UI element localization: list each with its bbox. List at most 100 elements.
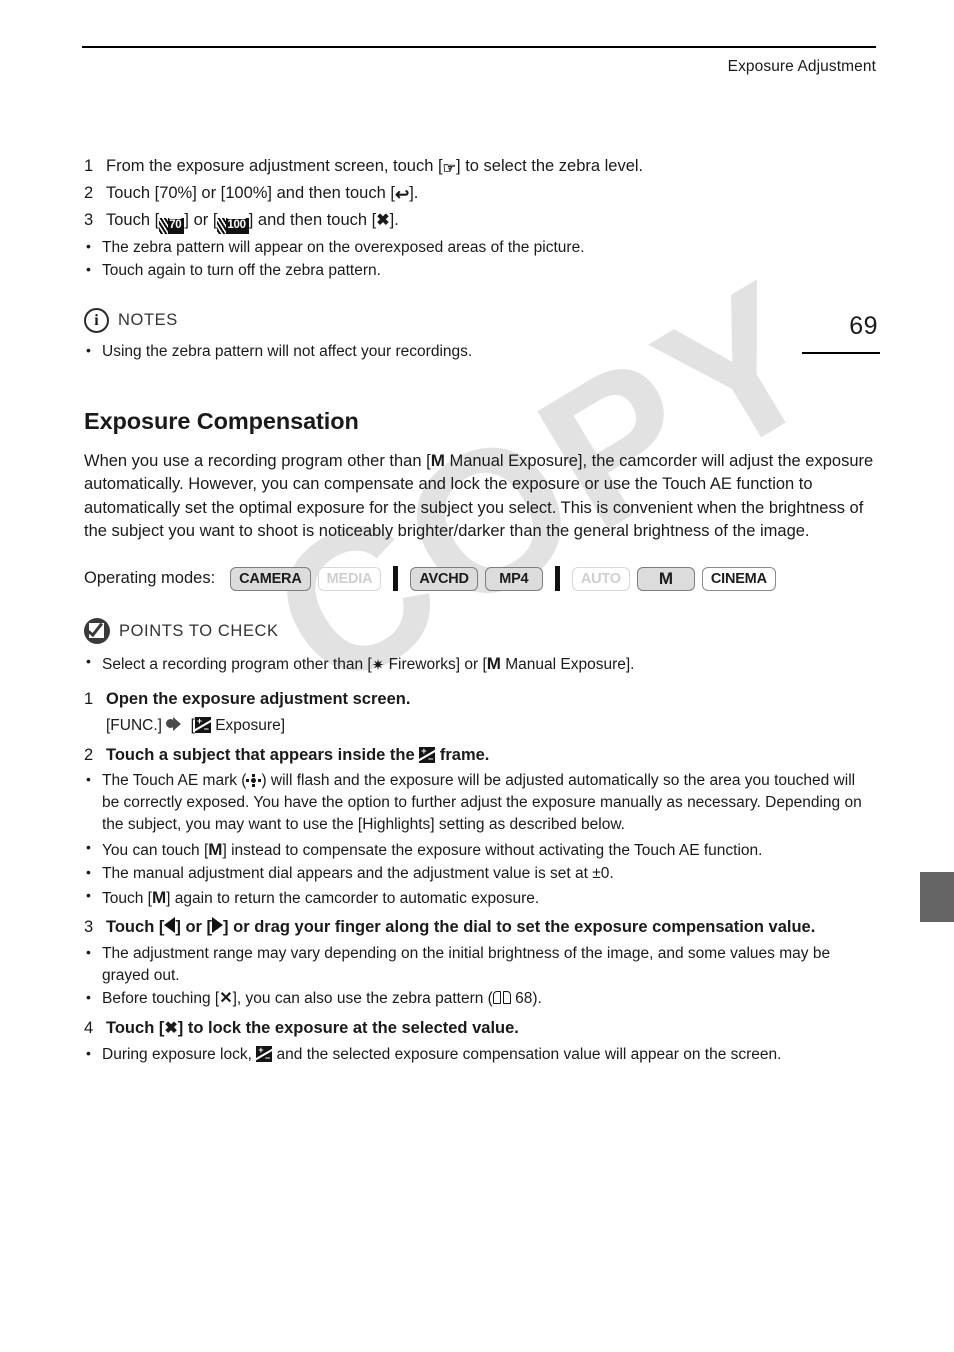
procedure-block: 1 Open the exposure adjustment screen. […: [84, 688, 876, 1067]
list-item: The Touch AE mark () will flash and the …: [84, 769, 876, 836]
list-item: The manual adjustment dial appears and t…: [84, 862, 876, 885]
chevron-right-icon: [166, 715, 186, 733]
zebra-step-3-bullets: The zebra pattern will appear on the ove…: [84, 236, 874, 282]
zebra-level-icon: ☞: [442, 160, 457, 177]
step-text-pre: Touch [: [106, 210, 160, 229]
points-to-check-block: POINTS TO CHECK Select a recording progr…: [84, 618, 876, 677]
step-text-a: Touch a subject that appears inside the: [106, 745, 420, 764]
zebra-step-3: 3 Touch [70] or [100] and then touch [✖]…: [84, 209, 874, 234]
bullet-text-a: You can touch [: [102, 841, 209, 859]
operating-modes-row: Operating modes: CAMERA MEDIA AVCHD MP4 …: [84, 566, 776, 591]
step-text-tail: ].: [389, 210, 399, 229]
list-item: Before touching [✕], you can also use th…: [84, 987, 876, 1011]
procedure-step-1: 1 Open the exposure adjustment screen.: [84, 688, 876, 711]
intro-text-a: When you use a recording program other t…: [84, 452, 431, 470]
path-label: Exposure]: [210, 717, 286, 735]
step-text-a: Touch [: [106, 918, 165, 937]
step-text: Touch [70] or [100] and then touch [✖].: [106, 209, 874, 234]
step-number: 1: [84, 157, 94, 175]
zebra-step-2: 2 Touch [70%] or [100%] and then touch […: [84, 182, 874, 205]
manual-mode-glyph: M: [151, 888, 167, 908]
close-icon: ✖: [376, 211, 390, 229]
bullet-text-a: During exposure lock,: [102, 1045, 257, 1063]
procedure-step-2-bullets: The Touch AE mark () will flash and the …: [84, 769, 876, 910]
bullet-text-a: Touch [: [102, 890, 152, 908]
section-intro: When you use a recording program other t…: [84, 449, 876, 544]
info-icon: i: [84, 308, 109, 333]
notes-label: NOTES: [118, 311, 178, 329]
notes-header: i NOTES: [84, 308, 874, 333]
procedure-step-2: 2 Touch a subject that appears inside th…: [84, 744, 876, 767]
mode-group-divider: [393, 566, 399, 591]
step-number: 4: [84, 1018, 94, 1037]
step-text-mid: ] or [: [184, 210, 218, 229]
step-text-a: Touch [: [106, 1018, 165, 1037]
mode-badge-auto: AUTO: [571, 566, 630, 591]
mode-badge-manual: M: [636, 566, 695, 591]
bullet-text-a: The Touch AE mark (: [102, 772, 247, 790]
bullet-text-c: ).: [532, 990, 542, 1008]
procedure-step-4: 4 Touch [✖] to lock the exposure at the …: [84, 1017, 876, 1041]
procedure-step-3: 3 Touch [ ] or [ ] or drag your finger alo…: [84, 916, 876, 939]
mode-badge-camera: CAMERA: [230, 566, 311, 591]
bullet-text-b: ] again to return the camcorder to autom…: [166, 890, 540, 908]
func-label: [FUNC.]: [106, 717, 162, 735]
notes-block: i NOTES Using the zebra pattern will not…: [84, 308, 874, 364]
list-item: Touch [M] again to return the camcorder …: [84, 885, 876, 910]
manual-mode-glyph: M: [430, 451, 445, 470]
step-text-post: ] to select the zebra level.: [456, 157, 644, 175]
exposure-compensation-section: Exposure Compensation When you use a rec…: [84, 408, 876, 544]
touch-ae-icon: [246, 774, 262, 788]
notes-bullets: Using the zebra pattern will not affect …: [84, 340, 874, 363]
zebra-100-value: 100: [227, 218, 246, 231]
zebra-stripes: [217, 217, 227, 234]
step-number: 2: [84, 184, 94, 203]
step-text-pre: From the exposure adjustment screen, tou…: [106, 157, 443, 175]
bullet-text-a: Select a recording program other than [: [102, 656, 372, 673]
list-item: During exposure lock, +− and the selecte…: [84, 1043, 876, 1066]
step-text: Touch [70%] or [100%] and then touch [↩]…: [106, 182, 874, 205]
manual-page: COPY Exposure Adjustment 69 1 From the e…: [0, 0, 954, 1352]
check-circle-icon: [84, 618, 110, 644]
step-text-c: ] or drag your finger along the dial to …: [223, 918, 816, 937]
mode-badge-cinema: CINEMA: [701, 566, 776, 591]
mode-badge-avchd: AVCHD: [410, 566, 478, 591]
zebra-step-1: 1 From the exposure adjustment screen, t…: [84, 155, 874, 179]
page-title: Exposure Compensation: [84, 408, 359, 434]
bullet-text-a: Before touching [: [102, 990, 220, 1008]
list-item: Using the zebra pattern will not affect …: [84, 340, 874, 363]
step-text-post: ].: [409, 184, 419, 203]
mode-badge-media: MEDIA: [317, 566, 382, 591]
mode-badge-mp4: MP4: [484, 566, 543, 591]
procedure-step-3-bullets: The adjustment range may vary depending …: [84, 942, 876, 1011]
running-head: Exposure Adjustment: [727, 58, 876, 75]
arrow-right-icon: [212, 917, 224, 934]
page-reference-number: 68: [515, 990, 533, 1008]
points-to-check-label: POINTS TO CHECK: [119, 621, 279, 640]
step-text: Touch a subject that appears inside the …: [106, 744, 876, 767]
step-number: 2: [84, 745, 94, 764]
zebra-stripes: [159, 217, 169, 234]
zebra-100-icon: 100: [217, 217, 249, 234]
step-text-b: ] or [: [175, 918, 213, 937]
close-icon: ✖: [164, 1019, 178, 1037]
exposure-icon: + −: [419, 746, 436, 763]
step-text: Open the exposure adjustment screen.: [106, 690, 411, 708]
procedure-step-1-path: [FUNC.] [+ − Exposure]: [106, 714, 876, 737]
points-to-check-bullets: Select a recording program other than [✷…: [84, 651, 876, 676]
bullet-text-b: and the selected exposure compensation v…: [272, 1045, 782, 1063]
zebra-70-icon: 70: [159, 217, 185, 234]
step-text-pre: Touch [70%] or [100%] and then touch [: [106, 184, 395, 203]
list-item: The adjustment range may vary depending …: [84, 942, 876, 987]
bullet-text-b: ] instead to compensate the exposure wit…: [222, 841, 763, 859]
manual-mode-glyph: M: [208, 839, 223, 859]
bullet-text-b: Manual Exposure].: [500, 656, 635, 673]
step-number: 1: [84, 690, 94, 708]
zebra-steps-block: 1 From the exposure adjustment screen, t…: [84, 155, 874, 283]
step-text: Touch [✖] to lock the exposure at the se…: [106, 1017, 876, 1041]
operating-modes-label: Operating modes:: [84, 569, 216, 587]
exposure-icon: + −: [194, 717, 211, 734]
mode-group-divider: [554, 566, 560, 591]
step-number: 3: [84, 918, 94, 937]
arrow-left-icon: [164, 917, 176, 934]
